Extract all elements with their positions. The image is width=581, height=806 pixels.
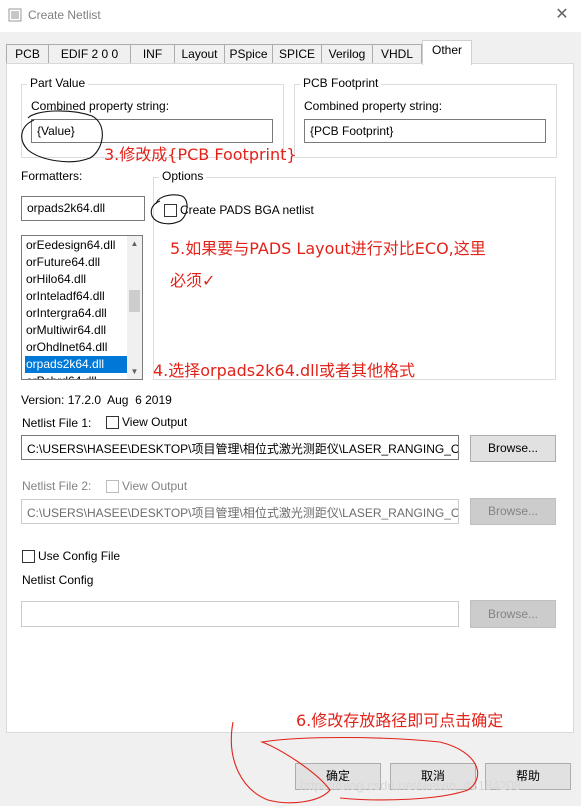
formatter-list-item[interactable]: orOhdlnet64.dll	[25, 339, 128, 356]
netlist1-view-output-checkbox[interactable]	[106, 416, 119, 429]
formatter-list-item[interactable]: orEedesign64.dll	[25, 237, 128, 254]
pcb-footprint-combined-label: Combined property string:	[304, 99, 443, 113]
tab-spice[interactable]: SPICE	[272, 44, 322, 64]
tab-pcb[interactable]: PCB	[6, 44, 49, 64]
netlist2-view-output-checkbox[interactable]	[106, 480, 119, 493]
pcb-footprint-group-label: PCB Footprint	[300, 76, 382, 90]
netlist-config-input[interactable]	[21, 601, 459, 627]
scroll-down-icon[interactable]: ▼	[127, 364, 142, 379]
title-bar: Create Netlist ✕	[0, 0, 581, 32]
window-title: Create Netlist	[28, 8, 101, 22]
netlist2-view-output-label: View Output	[122, 479, 188, 493]
netlist2-path-input[interactable]: C:\USERS\HASEE\DESKTOP\项目管理\相位式激光测距仪\LAS…	[21, 499, 459, 524]
version-text: Version: 17.2.0 Aug 6 2019	[21, 393, 172, 407]
pcb-footprint-input[interactable]: {PCB Footprint}	[304, 119, 546, 143]
watermark: https://blog.csdn.net/weixin_43184208	[300, 778, 522, 793]
formatter-list-item[interactable]: orInteladf64.dll	[25, 288, 128, 305]
scroll-thumb[interactable]	[129, 290, 140, 312]
netlist1-browse-button[interactable]: Browse...	[470, 435, 556, 462]
part-value-input[interactable]: {Value}	[31, 119, 273, 143]
part-value-group-label: Part Value	[27, 76, 89, 90]
formatters-list-items: orEedesign64.dll orFuture64.dll orHilo64.d…	[25, 237, 128, 379]
formatters-label: Formatters:	[21, 169, 83, 183]
tab-edif[interactable]: EDIF 2 0 0	[48, 44, 131, 64]
formatter-list-item[interactable]: orMultiwir64.dll	[25, 322, 128, 339]
part-value-combined-label: Combined property string:	[31, 99, 170, 113]
formatter-list-item[interactable]: orIntergra64.dll	[25, 305, 128, 322]
netlist-config-label: Netlist Config	[22, 573, 94, 587]
formatter-list-item[interactable]: orPcbrd64.dll	[25, 373, 128, 379]
tab-inf[interactable]: INF	[130, 44, 175, 64]
formatter-input[interactable]: orpads2k64.dll	[21, 196, 145, 221]
formatter-list-item[interactable]: orpads2k64.dll	[25, 356, 128, 373]
annotation-6: 6.修改存放路径即可点击确定	[296, 711, 504, 730]
annotation-5-line2: 必须✓	[170, 271, 216, 290]
netlist2-browse-button[interactable]: Browse...	[470, 498, 556, 525]
formatter-list-item[interactable]: orHilo64.dll	[25, 271, 128, 288]
netlist1-label: Netlist File 1:	[22, 416, 92, 430]
options-group-label: Options	[159, 169, 207, 183]
netlist2-label: Netlist File 2:	[22, 479, 92, 493]
bga-label: Create PADS BGA netlist	[180, 203, 314, 217]
annotation-3: 3.修改成{PCB Footprint}	[104, 145, 297, 164]
close-icon[interactable]: ✕	[547, 2, 577, 28]
config-browse-button[interactable]: Browse...	[470, 600, 556, 628]
tab-verilog[interactable]: Verilog	[321, 44, 373, 64]
annotation-5-line1: 5.如果要与PADS Layout进行对比ECO,这里	[170, 239, 486, 258]
bga-checkbox[interactable]	[164, 204, 177, 217]
formatter-list-item[interactable]: orFuture64.dll	[25, 254, 128, 271]
formatters-listbox[interactable]: orEedesign64.dll orFuture64.dll orHilo64.d…	[21, 235, 143, 380]
use-config-checkbox[interactable]	[22, 550, 35, 563]
use-config-label: Use Config File	[38, 549, 121, 563]
app-icon	[8, 8, 22, 22]
netlist1-path-input[interactable]: C:\USERS\HASEE\DESKTOP\项目管理\相位式激光测距仪\LAS…	[21, 435, 459, 460]
tab-pspice[interactable]: PSpice	[224, 44, 273, 64]
netlist1-view-output-label: View Output	[122, 415, 188, 429]
scroll-up-icon[interactable]: ▲	[127, 236, 142, 251]
tab-layout[interactable]: Layout	[174, 44, 225, 64]
tab-other[interactable]: Other	[422, 40, 472, 65]
formatters-scrollbar[interactable]: ▲ ▼	[127, 236, 142, 379]
tab-vhdl[interactable]: VHDL	[372, 44, 422, 64]
annotation-4: 4.选择orpads2k64.dll或者其他格式	[153, 361, 416, 380]
